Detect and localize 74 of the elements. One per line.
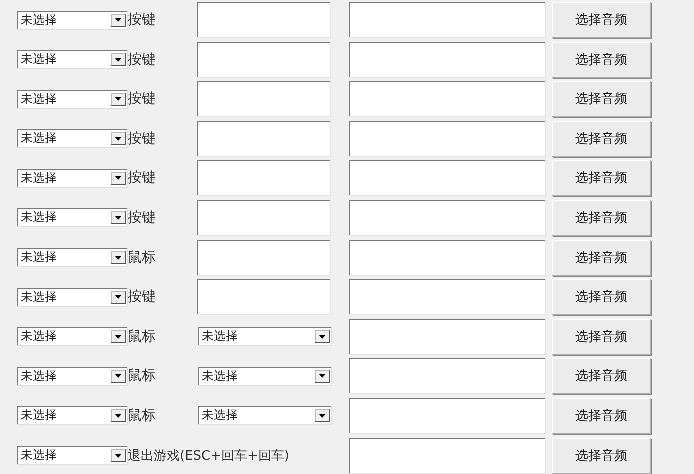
- audio-path-field[interactable]: [349, 438, 546, 474]
- audio-path-field[interactable]: [349, 200, 546, 236]
- input-field[interactable]: [197, 240, 331, 276]
- select-audio-button[interactable]: 选择音频: [552, 81, 651, 118]
- dropdown-arrow-icon: [115, 176, 122, 180]
- dropdown[interactable]: 未选择: [198, 327, 332, 346]
- input-field[interactable]: [197, 279, 331, 316]
- dropdown-arrow-icon: [319, 334, 326, 339]
- audio-path-field[interactable]: [349, 240, 546, 276]
- field-label: 鼠标: [128, 367, 157, 386]
- dropdown[interactable]: 未选择: [17, 90, 128, 109]
- dropdown[interactable]: 未选择: [17, 168, 128, 188]
- audio-path-field[interactable]: [349, 318, 546, 355]
- field-label: 按键: [128, 169, 157, 188]
- dropdown-arrow-icon: [115, 97, 122, 102]
- field-label: 按键: [128, 130, 157, 148]
- field-label: 按键: [128, 11, 157, 29]
- input-field[interactable]: [197, 200, 331, 236]
- field-label: 按键: [128, 90, 157, 108]
- field-label: 鼠标: [128, 328, 157, 346]
- dropdown-arrow-icon: [115, 58, 122, 62]
- field-label: 按键: [128, 208, 157, 227]
- field-label: 鼠标: [128, 248, 157, 267]
- select-audio-button[interactable]: 选择音频: [552, 160, 651, 196]
- audio-path-field[interactable]: [349, 120, 546, 157]
- field-label: 鼠标: [128, 406, 157, 425]
- dropdown[interactable]: 未选择: [17, 327, 128, 346]
- dropdown[interactable]: 未选择: [17, 366, 128, 386]
- select-audio-button[interactable]: 选择音频: [552, 358, 651, 394]
- dropdown[interactable]: 未选择: [198, 406, 332, 426]
- input-field[interactable]: [197, 160, 331, 196]
- dropdown[interactable]: 未选择: [17, 50, 128, 70]
- select-audio-button[interactable]: 选择音频: [552, 279, 651, 316]
- input-field[interactable]: [197, 2, 331, 38]
- dropdown-arrow-icon: [115, 295, 122, 300]
- dropdown-arrow-icon: [115, 334, 122, 339]
- dropdown-arrow-icon: [115, 18, 122, 22]
- audio-path-field[interactable]: [349, 358, 546, 394]
- audio-path-field[interactable]: [349, 81, 546, 118]
- input-field[interactable]: [197, 81, 331, 118]
- audio-path-field[interactable]: [349, 2, 546, 38]
- audio-path-field[interactable]: [349, 42, 546, 78]
- dropdown-arrow-icon: [115, 216, 122, 220]
- dropdown[interactable]: 未选择: [17, 406, 128, 426]
- dropdown[interactable]: 未选择: [17, 446, 128, 466]
- select-audio-button[interactable]: 选择音频: [552, 318, 651, 355]
- audio-path-field[interactable]: [349, 279, 546, 316]
- dropdown-arrow-icon: [115, 414, 122, 418]
- dropdown[interactable]: 未选择: [17, 208, 128, 228]
- field-label: 退出游戏(ESC+回车+回车): [128, 448, 290, 465]
- dropdown-arrow-icon: [319, 374, 326, 378]
- audio-path-field[interactable]: [349, 398, 546, 434]
- input-field[interactable]: [197, 42, 331, 78]
- select-audio-button[interactable]: 选择音频: [552, 2, 651, 38]
- dropdown-arrow-icon: [319, 414, 326, 418]
- dropdown[interactable]: 未选择: [17, 288, 128, 307]
- dropdown-arrow-icon: [115, 136, 122, 141]
- audio-path-field[interactable]: [349, 160, 546, 196]
- select-audio-button[interactable]: 选择音频: [552, 438, 651, 474]
- dropdown[interactable]: 未选择: [17, 248, 128, 268]
- field-label: 按键: [128, 288, 157, 306]
- select-audio-button[interactable]: 选择音频: [552, 398, 651, 434]
- dropdown[interactable]: 未选择: [17, 10, 128, 30]
- select-audio-button[interactable]: 选择音频: [552, 120, 651, 157]
- field-label: 按键: [128, 50, 157, 69]
- dropdown[interactable]: 未选择: [17, 129, 128, 148]
- dropdown-arrow-icon: [115, 256, 122, 260]
- select-audio-button[interactable]: 选择音频: [552, 240, 651, 276]
- dropdown-arrow-icon: [115, 374, 122, 378]
- select-audio-button[interactable]: 选择音频: [552, 42, 651, 78]
- select-audio-button[interactable]: 选择音频: [552, 200, 651, 236]
- input-field[interactable]: [197, 120, 331, 157]
- dropdown[interactable]: 未选择: [198, 366, 332, 386]
- dropdown-arrow-icon: [115, 454, 122, 458]
